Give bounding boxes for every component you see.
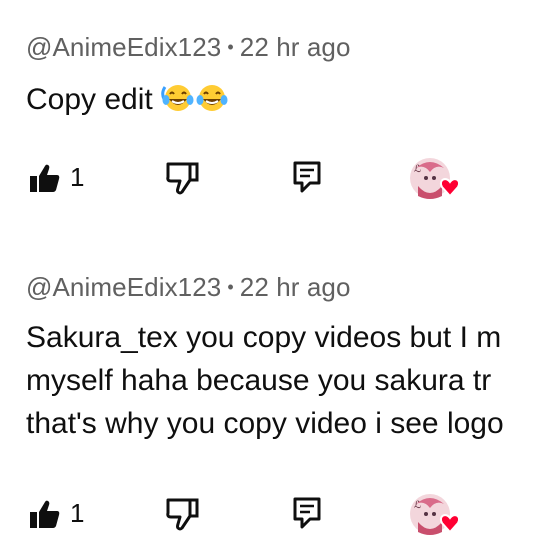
reply-comment-icon	[293, 161, 321, 193]
svg-text:ℒ: ℒ	[414, 500, 421, 511]
reply-comment-icon	[293, 497, 321, 529]
dislike-button[interactable]	[164, 497, 200, 531]
like-count: 1	[70, 498, 85, 528]
comment-timestamp[interactable]: 22 hr ago	[240, 32, 351, 62]
face-with-tears-of-joy-icon	[161, 85, 194, 111]
thumbs-down-outline-icon	[166, 162, 199, 195]
comment-timestamp[interactable]: 22 hr ago	[240, 272, 351, 302]
like-button[interactable]: 1	[28, 162, 84, 193]
thumbs-up-filled-icon	[30, 500, 60, 528]
meta-separator: •	[227, 37, 234, 57]
comment-line: myself haha because you sakura tr	[26, 364, 492, 397]
dislike-button[interactable]	[164, 161, 200, 195]
like-button[interactable]: 1	[28, 498, 84, 529]
meta-separator: •	[227, 277, 234, 297]
comment-text: Sakura_tex you copy videos but I m mysel…	[26, 316, 504, 445]
comment-line: that's why you copy video i see logo	[26, 407, 504, 440]
like-count: 1	[70, 162, 85, 192]
comment-line: Copy edit	[26, 83, 153, 116]
face-with-tears-of-joy-icon	[196, 85, 228, 111]
creator-heart-avatar-icon: ℒ	[410, 494, 460, 535]
creator-heart-badge: ℒ	[406, 156, 464, 211]
reply-button[interactable]	[292, 160, 322, 194]
comment-actions: 1 ℒ	[0, 156, 560, 204]
comment-line: Sakura_tex you copy videos but I m	[26, 321, 502, 354]
thumbs-down-outline-icon	[166, 498, 199, 531]
comment-header: @AnimeEdix123 • 22 hr ago	[26, 272, 351, 303]
comment-header: @AnimeEdix123 • 22 hr ago	[26, 32, 351, 63]
thumbs-up-filled-icon	[30, 164, 60, 192]
reply-button[interactable]	[292, 496, 322, 530]
comment-text: Copy edit	[26, 78, 229, 121]
comment-actions: 1 ℒ	[0, 492, 560, 540]
comment-author[interactable]: @AnimeEdix123	[26, 272, 221, 302]
creator-heart-avatar-icon: ℒ	[410, 158, 460, 199]
comment-author[interactable]: @AnimeEdix123	[26, 32, 221, 62]
creator-heart-badge: ℒ	[406, 492, 464, 547]
svg-text:ℒ: ℒ	[414, 164, 421, 175]
